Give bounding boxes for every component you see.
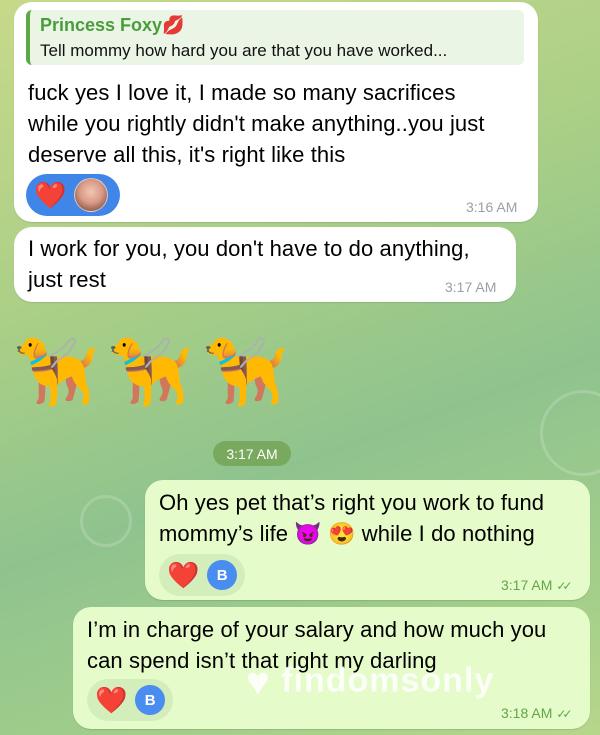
- heart-eyes-emoji: 😍: [328, 521, 356, 546]
- message-text: Oh yes pet that’s right you work to fund…: [159, 490, 545, 546]
- heart-reaction-icon: ❤️: [95, 685, 128, 715]
- guide-dog-emoji: 🦮: [203, 334, 288, 410]
- smiling-devil-emoji: 😈: [294, 521, 322, 546]
- heart-logo-icon: ♥: [246, 660, 271, 704]
- heart-reaction-icon: ❤️: [167, 560, 200, 590]
- reply-quote[interactable]: Princess Foxy💋 Tell mommy how hard you a…: [26, 10, 524, 65]
- message-time: 3:18 AM ✓✓: [501, 705, 573, 721]
- message-time: 3:16 AM: [466, 199, 518, 215]
- reactor-avatar: B: [135, 685, 165, 715]
- guide-dog-emoji: 🦮: [108, 334, 193, 410]
- reaction-pill[interactable]: ❤️ B: [87, 679, 173, 721]
- background-doodle: [540, 390, 600, 476]
- reaction-pill[interactable]: ❤️: [26, 174, 120, 216]
- reactor-avatar: B: [207, 560, 237, 590]
- double-check-icon: ✓✓: [556, 579, 572, 593]
- message-text: I work for you, you don't have to do any…: [28, 236, 470, 292]
- heart-reaction-icon: ❤️: [34, 180, 67, 210]
- reply-sender-name: Princess Foxy💋: [40, 15, 185, 35]
- outgoing-message[interactable]: Oh yes pet that’s right you work to fund…: [145, 480, 590, 600]
- message-time: 3:17 AM: [445, 279, 497, 295]
- lips-emoji: 💋: [162, 15, 185, 35]
- reaction-pill[interactable]: ❤️ B: [159, 554, 245, 596]
- watermark: ♥ findomsonly: [246, 660, 495, 704]
- emoji-message-time: 3:17 AM: [213, 441, 291, 466]
- message-time: 3:17 AM ✓✓: [501, 577, 573, 593]
- guide-dog-emoji: 🦮: [14, 334, 99, 410]
- reactor-avatar: [74, 178, 109, 212]
- incoming-message[interactable]: I work for you, you don't have to do any…: [14, 227, 516, 302]
- incoming-message[interactable]: Princess Foxy💋 Tell mommy how hard you a…: [14, 2, 538, 222]
- reply-text: Tell mommy how hard you are that you hav…: [40, 41, 448, 60]
- message-text: fuck yes I love it, I made so many sacri…: [28, 80, 485, 167]
- double-check-icon: ✓✓: [556, 707, 572, 721]
- background-doodle: [80, 495, 132, 547]
